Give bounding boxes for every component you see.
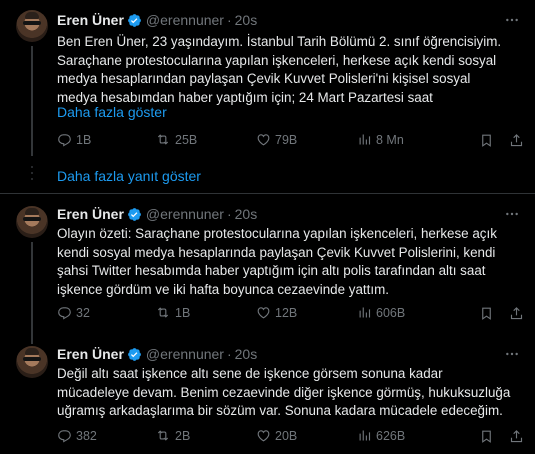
like-count: 12B bbox=[275, 305, 298, 320]
views-count: 8 Mn bbox=[376, 132, 404, 147]
like-icon bbox=[257, 134, 270, 146]
bookmark-icon[interactable] bbox=[479, 133, 494, 153]
retweet-count: 1B bbox=[175, 305, 191, 320]
timestamp[interactable]: 20s bbox=[235, 346, 258, 362]
reply-icon bbox=[58, 430, 71, 443]
thread-line bbox=[31, 242, 33, 332]
reply-button[interactable]: 1B bbox=[57, 132, 91, 147]
views-icon bbox=[359, 134, 371, 145]
retweet-count: 25B bbox=[175, 132, 198, 147]
avatar[interactable] bbox=[16, 206, 48, 238]
avatar[interactable] bbox=[16, 10, 48, 42]
separator-dot: · bbox=[226, 206, 232, 222]
reply-count: 382 bbox=[76, 428, 97, 443]
reply-count: 32 bbox=[76, 305, 90, 320]
reply-count: 1B bbox=[76, 132, 92, 147]
views-button[interactable]: 606B bbox=[357, 305, 405, 320]
retweet-icon bbox=[157, 134, 169, 145]
timestamp[interactable]: 20s bbox=[235, 12, 258, 28]
author-handle[interactable]: @erennuner bbox=[146, 12, 224, 28]
tweet-3[interactable]: Eren Üner @erennuner · 20s Değil altı sa… bbox=[0, 332, 535, 454]
views-count: 606B bbox=[376, 305, 406, 320]
reply-icon bbox=[58, 307, 71, 320]
tweet-text: Olayın özeti: Saraçhane protestocularına… bbox=[57, 226, 497, 297]
views-icon bbox=[359, 430, 371, 441]
like-button[interactable]: 79B bbox=[256, 132, 297, 147]
views-button[interactable]: 8 Mn bbox=[357, 132, 404, 147]
views-count: 626B bbox=[376, 428, 406, 443]
more-icon[interactable] bbox=[503, 345, 521, 363]
retweet-icon bbox=[157, 430, 169, 441]
tweet-header: Eren Üner @erennuner · 20s bbox=[57, 10, 257, 30]
tweet-text: Değil altı saat işkence altı sene de işk… bbox=[57, 366, 511, 418]
author-name[interactable]: Eren Üner bbox=[57, 12, 124, 28]
retweet-count: 2B bbox=[175, 428, 191, 443]
share-icon[interactable] bbox=[509, 306, 524, 326]
tweet-header: Eren Üner @erennuner · 20s bbox=[57, 204, 257, 224]
share-icon[interactable] bbox=[509, 429, 524, 449]
thread-line bbox=[31, 332, 33, 344]
separator-dot: · bbox=[226, 346, 232, 362]
author-name[interactable]: Eren Üner bbox=[57, 206, 124, 222]
reply-button[interactable]: 32 bbox=[57, 305, 90, 320]
tweet-actions: 1B 25B 79B 8 Mn bbox=[57, 132, 525, 152]
share-icon[interactable] bbox=[509, 133, 524, 153]
views-button[interactable]: 626B bbox=[357, 428, 405, 443]
reply-icon bbox=[58, 134, 71, 147]
tweet-text: Ben Eren Üner, 23 yaşındayım. İstanbul T… bbox=[57, 34, 502, 105]
verified-badge-icon bbox=[127, 207, 142, 222]
thread-line bbox=[31, 46, 33, 156]
like-button[interactable]: 20B bbox=[256, 428, 297, 443]
tweet-2[interactable]: Eren Üner @erennuner · 20s Olayın özeti:… bbox=[0, 194, 535, 332]
more-icon[interactable] bbox=[503, 11, 521, 29]
verified-badge-icon bbox=[127, 347, 142, 362]
tweet-actions: 32 1B 12B 606B bbox=[57, 305, 525, 325]
like-icon bbox=[257, 307, 270, 319]
timestamp[interactable]: 20s bbox=[235, 206, 258, 222]
separator-dot: · bbox=[226, 12, 232, 28]
tweet-actions: 382 2B 20B 626B bbox=[57, 428, 525, 448]
author-name[interactable]: Eren Üner bbox=[57, 346, 124, 362]
tweet-1[interactable]: Eren Üner @erennuner · 20s Ben Eren Üner… bbox=[0, 0, 535, 160]
show-more-replies-link[interactable]: Daha fazla yanıt göster bbox=[57, 168, 201, 184]
thread-dots bbox=[31, 166, 33, 184]
views-icon bbox=[359, 307, 371, 318]
author-handle[interactable]: @erennuner bbox=[146, 206, 224, 222]
show-more-link[interactable]: Daha fazla göster bbox=[57, 104, 167, 120]
avatar[interactable] bbox=[16, 346, 48, 378]
tweet-header: Eren Üner @erennuner · 20s bbox=[57, 344, 257, 364]
like-icon bbox=[257, 430, 270, 442]
retweet-button[interactable]: 1B bbox=[155, 305, 190, 320]
author-handle[interactable]: @erennuner bbox=[146, 346, 224, 362]
retweet-button[interactable]: 2B bbox=[155, 428, 190, 443]
bookmark-icon[interactable] bbox=[479, 306, 494, 326]
retweet-icon bbox=[157, 307, 169, 318]
bookmark-icon[interactable] bbox=[479, 429, 494, 449]
like-count: 79B bbox=[275, 132, 298, 147]
reply-button[interactable]: 382 bbox=[57, 428, 97, 443]
verified-badge-icon bbox=[127, 13, 142, 28]
retweet-button[interactable]: 25B bbox=[155, 132, 197, 147]
like-button[interactable]: 12B bbox=[256, 305, 297, 320]
more-icon[interactable] bbox=[503, 205, 521, 223]
like-count: 20B bbox=[275, 428, 298, 443]
